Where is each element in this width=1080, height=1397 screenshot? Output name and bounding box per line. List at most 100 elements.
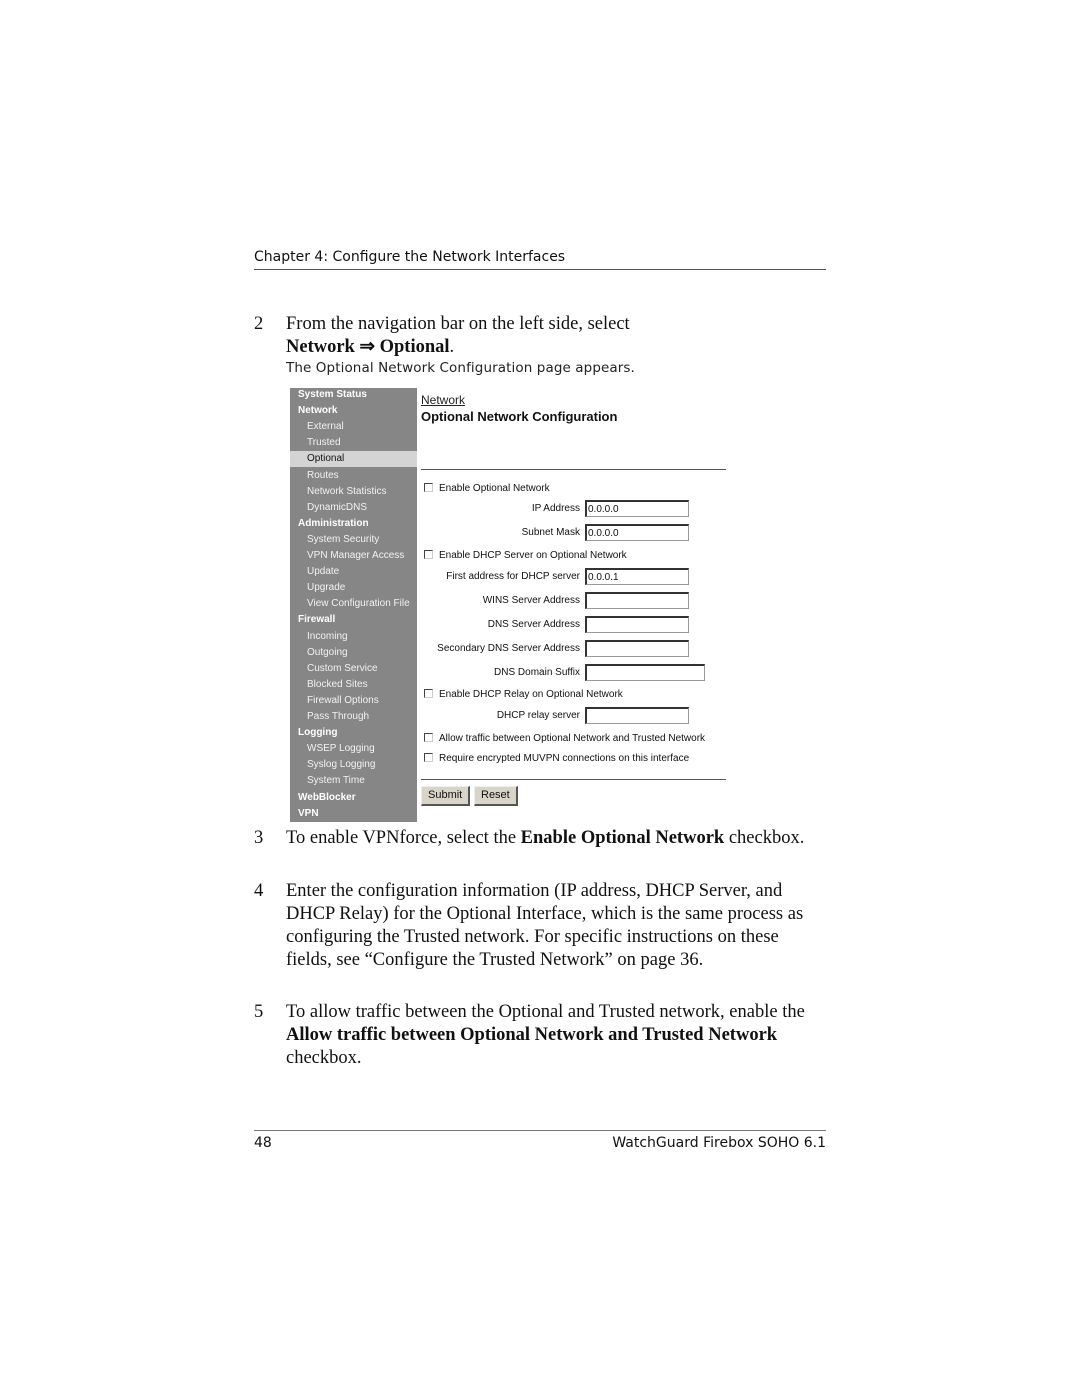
enable-dhcp-relay-checkbox[interactable]: Enable DHCP Relay on Optional Network	[424, 688, 623, 702]
figure-caption: The Optional Network Configuration page …	[286, 360, 635, 376]
sidebar-item-routes[interactable]: Routes	[290, 468, 417, 484]
subnet-mask-input[interactable]	[585, 524, 689, 541]
field-label: DHCP relay server	[496, 710, 580, 721]
step-bold: Allow traffic between Optional Network a…	[286, 1025, 778, 1045]
dhcp-relay-server-row: DHCP relay server	[421, 707, 731, 725]
step-number: 2	[254, 314, 264, 334]
checkbox-icon[interactable]	[424, 550, 433, 559]
step-4: 4 Enter the configuration information (I…	[254, 880, 829, 972]
step-text: checkbox.	[724, 828, 805, 848]
ui-screenshot: System Status Network External Trusted Optio…	[290, 388, 730, 822]
enable-optional-network-checkbox[interactable]: Enable Optional Network	[424, 482, 550, 496]
checkbox-label: Require encrypted MUVPN connections on t…	[439, 753, 690, 764]
step-number: 5	[254, 1002, 264, 1022]
divider	[421, 779, 726, 780]
checkbox-label: Enable DHCP Relay on Optional Network	[439, 689, 623, 700]
dhcp-first-address-row: First address for DHCP server	[421, 568, 731, 586]
field-label: Subnet Mask	[521, 527, 580, 538]
dns-server-row: DNS Server Address	[421, 616, 731, 634]
sidebar-item-syslog-logging[interactable]: Syslog Logging	[290, 757, 417, 773]
product-name: WatchGuard Firebox SOHO 6.1	[612, 1135, 826, 1151]
sidebar-item-external[interactable]: External	[290, 419, 417, 435]
checkbox-label: Allow traffic between Optional Network a…	[439, 733, 706, 744]
sidebar-item-upgrade[interactable]: Upgrade	[290, 580, 417, 596]
checkbox-icon[interactable]	[424, 483, 433, 492]
breadcrumb-network[interactable]: Network	[421, 393, 465, 407]
require-muvpn-checkbox[interactable]: Require encrypted MUVPN connections on t…	[424, 752, 689, 766]
ip-address-row: IP Address	[421, 500, 731, 518]
reset-button[interactable]: Reset	[474, 786, 518, 806]
step-text: To enable VPNforce, select the	[286, 828, 521, 848]
sidebar-item-optional[interactable]: Optional	[290, 451, 417, 468]
sidebar-item-administration[interactable]: Administration	[290, 516, 417, 532]
sidebar-item-logging[interactable]: Logging	[290, 725, 417, 741]
dns-server-input[interactable]	[585, 616, 689, 633]
step-2: 2 From the navigation bar on the left si…	[254, 313, 834, 359]
sidebar-item-network-statistics[interactable]: Network Statistics	[290, 484, 417, 500]
sidebar-item-system-security[interactable]: System Security	[290, 532, 417, 548]
step-number: 4	[254, 881, 264, 901]
checkbox-label: Enable DHCP Server on Optional Network	[439, 550, 627, 561]
sidebar-item-system-time[interactable]: System Time	[290, 773, 417, 789]
sidebar-item-blocked-sites[interactable]: Blocked Sites	[290, 677, 417, 693]
step-text: .	[449, 337, 455, 357]
page-title: Optional Network Configuration	[421, 409, 618, 424]
field-label: IP Address	[531, 503, 580, 514]
subnet-mask-row: Subnet Mask	[421, 524, 731, 542]
running-header: Chapter 4: Configure the Network Interfa…	[254, 249, 826, 270]
field-label: First address for DHCP server	[446, 571, 580, 582]
arrow-glyph: ⇒	[354, 337, 380, 357]
allow-traffic-checkbox[interactable]: Allow traffic between Optional Network a…	[424, 732, 705, 746]
step-text: checkbox.	[286, 1048, 362, 1068]
sidebar-item-pass-through[interactable]: Pass Through	[290, 709, 417, 725]
sidebar-item-wsep-logging[interactable]: WSEP Logging	[290, 741, 417, 757]
enable-dhcp-server-checkbox[interactable]: Enable DHCP Server on Optional Network	[424, 549, 627, 563]
step-bold: Optional	[379, 337, 450, 357]
field-label: WINS Server Address	[482, 595, 580, 606]
step-bold: Network	[286, 337, 355, 357]
checkbox-icon[interactable]	[424, 733, 433, 742]
wins-server-input[interactable]	[585, 592, 689, 609]
page-number: 48	[254, 1135, 272, 1151]
step-text: To allow traffic between the Optional an…	[286, 1002, 805, 1022]
sidebar-item-firewall[interactable]: Firewall	[290, 612, 417, 628]
sidebar-item-vpn-manager-access[interactable]: VPN Manager Access	[290, 548, 417, 564]
sidebar-item-webblocker[interactable]: WebBlocker	[290, 790, 417, 806]
secondary-dns-row: Secondary DNS Server Address	[421, 640, 731, 658]
sidebar-item-vpn[interactable]: VPN	[290, 806, 417, 822]
sidebar-item-view-configuration-file[interactable]: View Configuration File	[290, 596, 417, 612]
dns-domain-suffix-input[interactable]	[585, 664, 705, 681]
sidebar-item-firewall-options[interactable]: Firewall Options	[290, 693, 417, 709]
dhcp-relay-server-input[interactable]	[585, 707, 689, 724]
checkbox-icon[interactable]	[424, 753, 433, 762]
checkbox-label: Enable Optional Network	[439, 483, 550, 494]
sidebar-item-trusted[interactable]: Trusted	[290, 435, 417, 451]
submit-button[interactable]: Submit	[421, 786, 471, 806]
step-bold: Enable Optional Network	[520, 828, 725, 848]
wins-server-row: WINS Server Address	[421, 592, 731, 610]
secondary-dns-input[interactable]	[585, 640, 689, 657]
sidebar-item-network[interactable]: Network	[290, 403, 417, 419]
step-5: 5 To allow traffic between the Optional …	[254, 1001, 814, 1070]
sidebar-item-incoming[interactable]: Incoming	[290, 629, 417, 645]
step-text: Enter the configuration information (IP …	[286, 881, 804, 970]
sidebar-item-system-status[interactable]: System Status	[290, 387, 417, 403]
divider	[421, 469, 726, 470]
ip-address-input[interactable]	[585, 500, 689, 517]
dhcp-first-address-input[interactable]	[585, 568, 689, 585]
checkbox-icon[interactable]	[424, 689, 433, 698]
dns-domain-suffix-row: DNS Domain Suffix	[421, 664, 731, 682]
nav-sidebar: System Status Network External Trusted Optio…	[290, 388, 417, 822]
config-panel: Network Optional Network Configuration E…	[421, 388, 731, 822]
footer-divider	[254, 1130, 826, 1131]
sidebar-item-custom-service[interactable]: Custom Service	[290, 661, 417, 677]
sidebar-item-update[interactable]: Update	[290, 564, 417, 580]
field-label: DNS Domain Suffix	[494, 667, 580, 678]
field-label: DNS Server Address	[487, 619, 580, 630]
step-number: 3	[254, 828, 264, 848]
step-3: 3 To enable VPNforce, select the Enable …	[254, 827, 834, 850]
step-text: From the navigation bar on the left side…	[286, 314, 630, 334]
field-label: Secondary DNS Server Address	[437, 643, 580, 654]
sidebar-item-dynamicdns[interactable]: DynamicDNS	[290, 500, 417, 516]
sidebar-item-outgoing[interactable]: Outgoing	[290, 645, 417, 661]
